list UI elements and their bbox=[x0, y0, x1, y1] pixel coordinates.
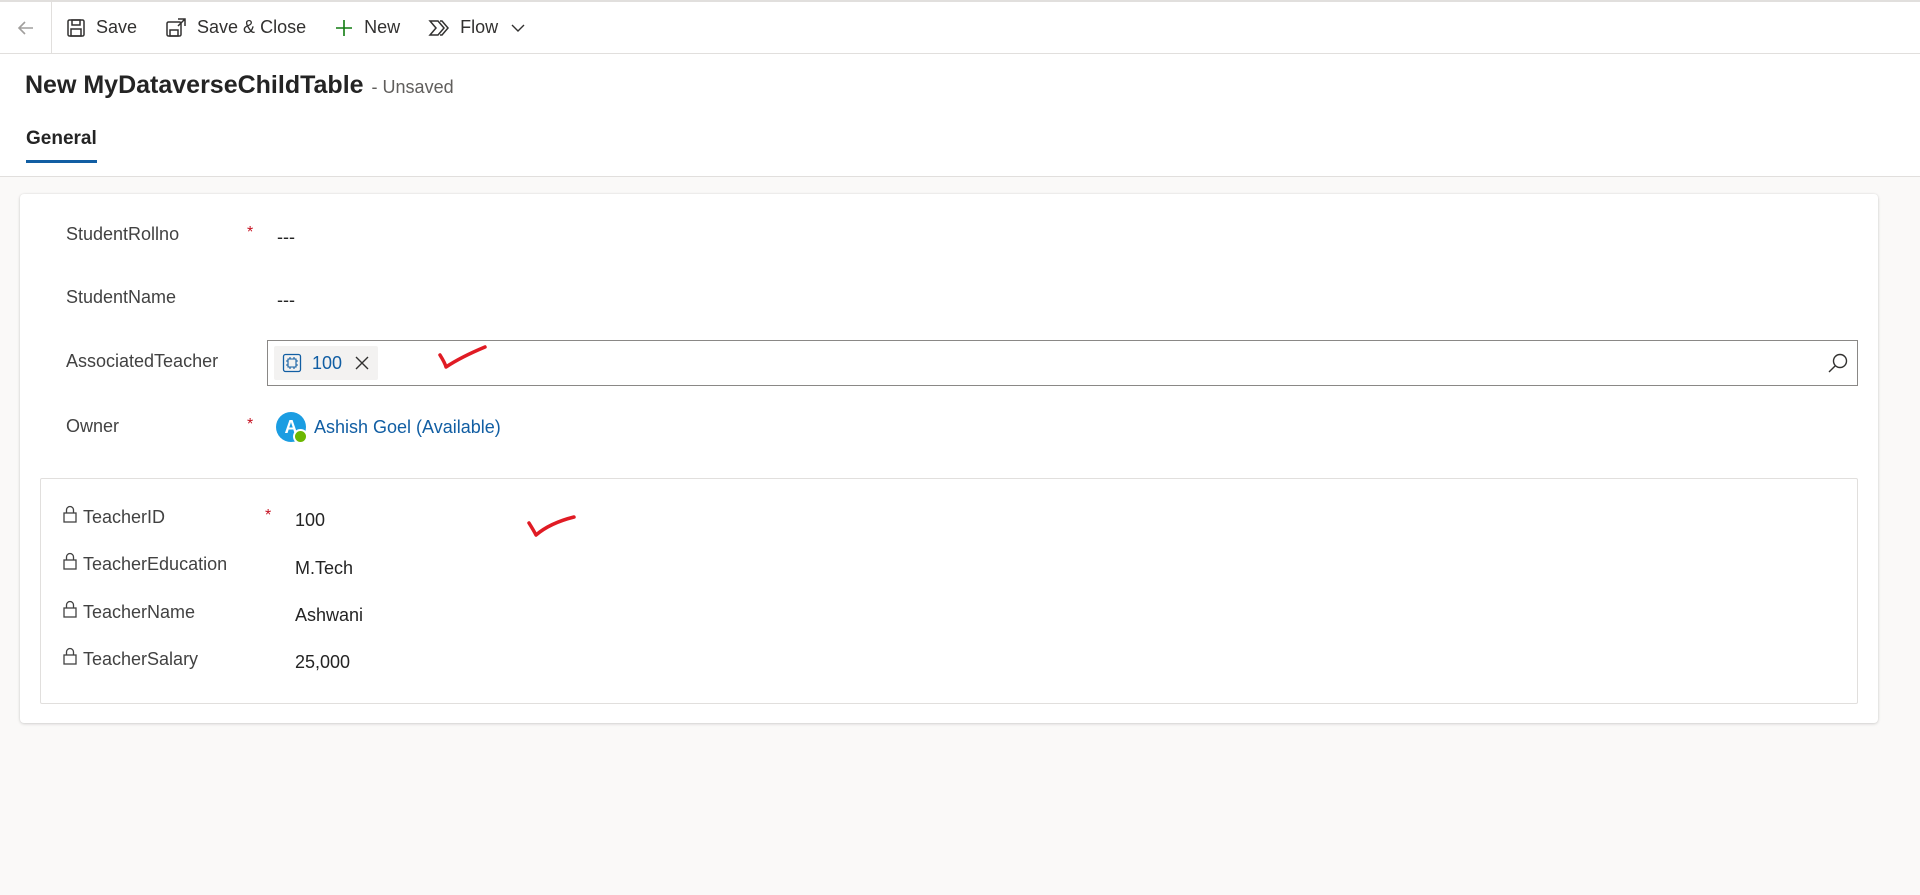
save-button-label: Save bbox=[96, 17, 138, 37]
teacher-id-label: TeacherID bbox=[83, 507, 166, 527]
form-section: StudentRollno * --- StudentName --- Asso… bbox=[20, 194, 1878, 723]
owner-link[interactable]: Ashish Goel (Available) bbox=[314, 417, 501, 438]
record-status: - Unsaved bbox=[371, 77, 454, 97]
teacher-name-value: Ashwani bbox=[295, 605, 364, 625]
avatar: A bbox=[276, 412, 308, 444]
lock-icon bbox=[63, 647, 77, 665]
associated-teacher-lookup[interactable]: 100 bbox=[267, 340, 1858, 386]
page-title: New MyDataverseChildTable bbox=[25, 71, 364, 99]
student-name-field[interactable]: --- bbox=[277, 290, 295, 311]
student-name-label: StudentName bbox=[66, 287, 177, 307]
student-rollno-field[interactable]: --- bbox=[277, 227, 295, 248]
save-close-icon bbox=[166, 17, 186, 37]
entity-icon bbox=[282, 353, 302, 373]
annotation-checkmark bbox=[438, 345, 487, 369]
plus-icon bbox=[336, 19, 353, 36]
lookup-tag-label: 100 bbox=[312, 352, 343, 373]
teacher-salary-value: 25,000 bbox=[295, 652, 351, 672]
new-button-label: New bbox=[364, 17, 401, 37]
teacher-id-value: 100 bbox=[295, 510, 326, 530]
search-icon[interactable] bbox=[1827, 352, 1849, 374]
required-marker: * bbox=[247, 416, 254, 433]
save-icon bbox=[67, 18, 85, 37]
lock-icon bbox=[63, 505, 77, 523]
chevron-down-icon bbox=[511, 24, 525, 32]
teacher-education-value: M.Tech bbox=[295, 558, 354, 578]
teacher-quick-view: TeacherID * 100 TeacherEducation M.Tech … bbox=[40, 478, 1858, 704]
command-bar: Save Save & Close New Flow bbox=[0, 0, 1920, 54]
back-button[interactable] bbox=[0, 1, 52, 54]
presence-badge bbox=[293, 429, 308, 444]
lookup-tag[interactable]: 100 bbox=[274, 346, 379, 380]
required-marker: * bbox=[247, 224, 254, 241]
teacher-name-label: TeacherName bbox=[83, 602, 196, 622]
save-close-button-label: Save & Close bbox=[197, 17, 307, 37]
student-rollno-label: StudentRollno bbox=[66, 224, 180, 244]
flow-dropdown-button[interactable] bbox=[502, 2, 534, 54]
form-header: New MyDataverseChildTable - Unsaved Gene… bbox=[0, 54, 1920, 177]
tab-general[interactable]: General bbox=[26, 128, 97, 163]
save-button[interactable]: Save bbox=[52, 2, 151, 54]
owner-label: Owner bbox=[66, 416, 120, 436]
close-icon[interactable] bbox=[354, 355, 370, 371]
flow-button[interactable]: Flow bbox=[414, 2, 502, 54]
back-arrow-icon bbox=[17, 20, 33, 35]
teacher-education-label: TeacherEducation bbox=[83, 554, 228, 574]
flow-icon bbox=[428, 19, 450, 36]
save-close-button[interactable]: Save & Close bbox=[151, 2, 320, 54]
annotation-checkmark bbox=[527, 515, 576, 537]
new-button[interactable]: New bbox=[320, 2, 414, 54]
required-marker: * bbox=[265, 507, 272, 524]
owner-field[interactable]: A Ashish Goel (Available) bbox=[276, 412, 501, 444]
flow-button-label: Flow bbox=[460, 17, 499, 37]
lock-icon bbox=[63, 600, 77, 618]
associated-teacher-label: AssociatedTeacher bbox=[66, 351, 219, 371]
lock-icon bbox=[63, 552, 77, 570]
teacher-salary-label: TeacherSalary bbox=[83, 649, 199, 669]
